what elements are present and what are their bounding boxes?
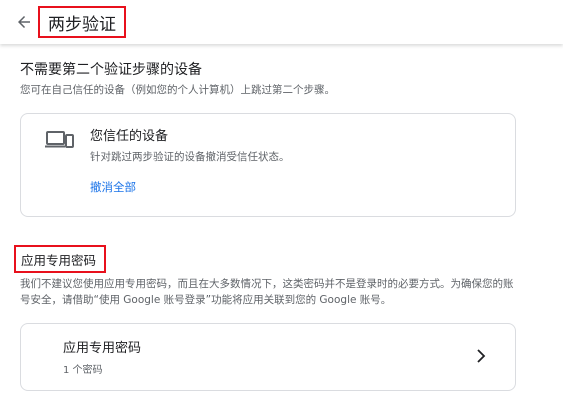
skip-section-description: 您可在自己信任的设备（例如您的个人计算机）上跳过第二个步骤。 [20,84,335,96]
app-passwords-title-highlight: 应用专用密码 [14,245,106,273]
devices-icon [45,131,74,148]
trusted-devices-card: 您信任的设备 针对跳过两步验证的设备撤消受信任状态。 撤消全部 [20,113,516,217]
app-passwords-card-title: 应用专用密码 [63,341,142,356]
skip-section-title: 不需要第二个验证步骤的设备 [20,62,202,78]
arrow-back-icon [18,16,30,28]
revoke-all-link[interactable]: 撤消全部 [90,179,136,195]
trusted-devices-description: 针对跳过两步验证的设备撤消受信任状态。 [90,151,290,163]
chevron-right-icon [477,349,486,363]
app-passwords-card[interactable]: 应用专用密码 1 个密码 [20,323,516,391]
trusted-devices-title: 您信任的设备 [90,129,169,144]
back-button[interactable] [12,10,36,34]
page-title: 两步验证 [48,14,116,35]
app-passwords-description: 我们不建议您使用应用专用密码，而且在大多数情况下，这类密码并不是登录时的必要方式… [20,278,514,306]
page-title-highlight: 两步验证 [38,6,126,38]
app-passwords-section-title: 应用专用密码 [21,252,97,268]
app-header: 两步验证 [0,0,563,44]
app-passwords-count: 1 个密码 [63,365,103,376]
